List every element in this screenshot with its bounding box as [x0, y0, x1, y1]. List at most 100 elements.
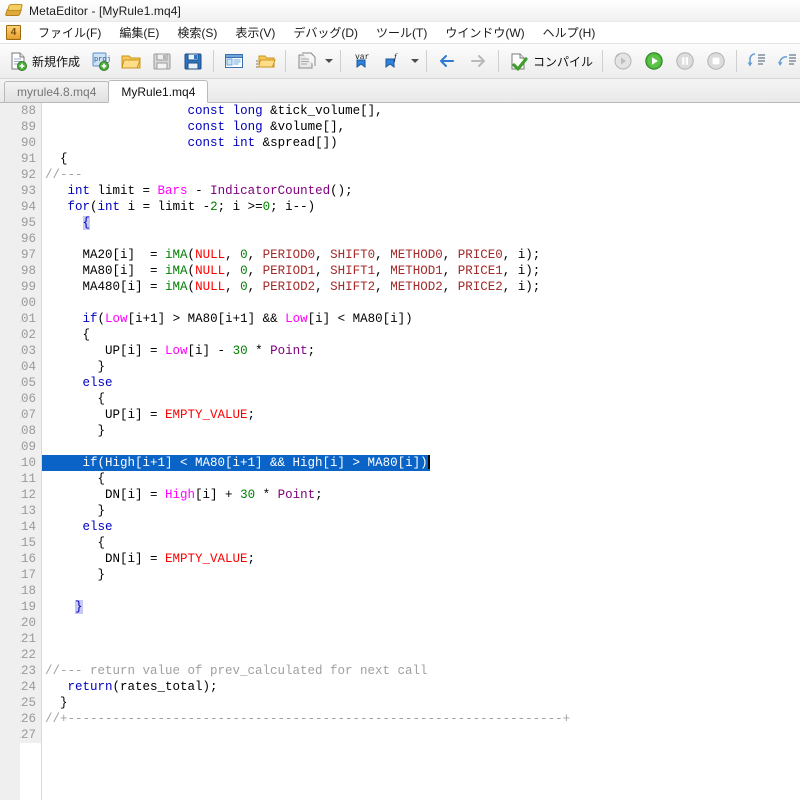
code-text[interactable]: } [41, 567, 106, 583]
menu-file[interactable]: ファイル(F) [29, 22, 110, 43]
insert-variable-button[interactable]: var [346, 46, 376, 76]
code-line[interactable]: 121 [20, 631, 800, 647]
code-line[interactable]: 97 MA20[i] = iMA(NULL, 0, PERIOD0, SHIFT… [20, 247, 800, 263]
code-line[interactable]: 101 if(Low[i+1] > MA80[i+1] && Low[i] < … [20, 311, 800, 327]
code-text[interactable]: UP[i] = Low[i] - 30 * Point; [41, 343, 315, 359]
code-line[interactable]: 113 } [20, 503, 800, 519]
save-button[interactable] [147, 46, 177, 76]
menu-help[interactable]: ヘルプ(H) [534, 22, 605, 43]
code-line[interactable]: 92 //--- [20, 167, 800, 183]
code-line[interactable]: 104 } [20, 359, 800, 375]
code-line[interactable]: 88 const long &tick_volume[], [20, 103, 800, 119]
navigator-button[interactable] [219, 46, 249, 76]
code-line[interactable]: 115 { [20, 535, 800, 551]
code-text[interactable]: MA480[i] = iMA(NULL, 0, PERIOD2, SHIFT2,… [41, 279, 541, 295]
code-text[interactable]: else [41, 375, 113, 391]
code-line[interactable]: 94 for(int i = limit -2; i >=0; i--) [20, 199, 800, 215]
code-line[interactable]: 110 if(High[i+1] < MA80[i+1] && High[i] … [20, 455, 800, 471]
navigate-forward-button[interactable] [463, 46, 493, 76]
code-line[interactable]: 108 } [20, 423, 800, 439]
compile-button[interactable]: コンパイル [504, 46, 597, 76]
data-folder-button[interactable] [250, 46, 280, 76]
code-text[interactable]: { [41, 391, 106, 407]
new-project-button[interactable]: proj [85, 46, 115, 76]
pause-debug-button[interactable] [670, 46, 700, 76]
code-text[interactable]: MA80[i] = iMA(NULL, 0, PERIOD1, SHIFT1 , … [41, 263, 541, 279]
code-text-area[interactable]: 88 const long &tick_volume[], 89 const lo… [20, 103, 800, 800]
code-line[interactable]: 106 { [20, 391, 800, 407]
properties-button[interactable] [291, 46, 321, 76]
code-line[interactable]: 102 { [20, 327, 800, 343]
code-text[interactable] [41, 647, 45, 663]
code-text[interactable] [41, 583, 45, 599]
menu-edit[interactable]: 編集(E) [110, 22, 168, 43]
code-line[interactable]: 114 else [20, 519, 800, 535]
code-text[interactable]: UP[i] = EMPTY_VALUE; [41, 407, 255, 423]
code-text[interactable]: //--- [41, 167, 83, 183]
code-text[interactable]: { [41, 471, 106, 487]
code-text[interactable]: const long &volume[], [41, 119, 346, 135]
navigate-back-button[interactable] [432, 46, 462, 76]
code-line[interactable]: 107 UP[i] = EMPTY_VALUE; [20, 407, 800, 423]
code-line[interactable]: 127 [20, 727, 800, 743]
code-text[interactable] [41, 295, 45, 311]
code-text[interactable]: MA20[i] = iMA(NULL, 0, PERIOD0, SHIFT0 , … [41, 247, 541, 263]
code-line[interactable]: 124 return(rates_total); [20, 679, 800, 695]
code-text[interactable] [41, 615, 45, 631]
menu-tools[interactable]: ツール(T) [367, 22, 436, 43]
code-line[interactable]: 103 UP[i] = Low[i] - 30 * Point; [20, 343, 800, 359]
code-line[interactable]: 96 [20, 231, 800, 247]
step-into-button[interactable] [742, 46, 772, 76]
restart-debug-button[interactable] [608, 46, 638, 76]
tab-myrule48[interactable]: myrule4.8.mq4 [4, 81, 110, 102]
code-text[interactable] [41, 727, 45, 743]
code-line[interactable]: 105 else [20, 375, 800, 391]
code-text[interactable]: const long &tick_volume[], [41, 103, 383, 119]
code-text[interactable]: else [41, 519, 113, 535]
code-line[interactable]: 116 DN[i] = EMPTY_VALUE; [20, 551, 800, 567]
code-line[interactable]: 125 } [20, 695, 800, 711]
code-line[interactable]: 118 [20, 583, 800, 599]
code-text[interactable]: { [41, 535, 106, 551]
code-line[interactable]: 95 { [20, 215, 800, 231]
code-text[interactable]: } [41, 599, 83, 615]
code-line[interactable]: 117 } [20, 567, 800, 583]
code-line[interactable]: 100 [20, 295, 800, 311]
menu-search[interactable]: 検索(S) [168, 22, 226, 43]
code-line[interactable]: 119 } [20, 599, 800, 615]
code-text[interactable]: if(Low[i+1] > MA80[i+1] && Low[i] < MA80… [41, 311, 413, 327]
code-text[interactable]: } [41, 423, 106, 439]
code-text[interactable]: { [41, 327, 91, 343]
code-text[interactable]: } [41, 503, 106, 519]
code-text[interactable]: { [41, 215, 91, 231]
tab-myrule1[interactable]: MyRule1.mq4 [108, 80, 209, 103]
code-text[interactable]: DN[i] = High[i] + 30 * Point; [41, 487, 323, 503]
code-line[interactable]: 111 { [20, 471, 800, 487]
code-text[interactable] [41, 439, 45, 455]
code-line[interactable]: 122 [20, 647, 800, 663]
code-text[interactable]: } [41, 695, 68, 711]
open-file-button[interactable] [116, 46, 146, 76]
code-text[interactable]: { [41, 151, 68, 167]
stop-debug-button[interactable] [701, 46, 731, 76]
code-line[interactable]: 120 [20, 615, 800, 631]
code-line[interactable]: 99 MA480[i] = iMA(NULL, 0, PERIOD2, SHIF… [20, 279, 800, 295]
code-text[interactable]: //+-------------------------------------… [41, 711, 570, 727]
code-text[interactable]: //--- return value of prev_calculated fo… [41, 663, 428, 679]
insert-function-button[interactable]: f [377, 46, 407, 76]
code-text[interactable]: int limit = Bars - IndicatorCounted(); [41, 183, 353, 199]
code-line[interactable]: 126 //+----------------------------------… [20, 711, 800, 727]
code-line[interactable]: 93 int limit = Bars - IndicatorCounted()… [20, 183, 800, 199]
code-text[interactable]: for(int i = limit -2; i >=0; i--) [41, 199, 316, 215]
step-over-button[interactable] [773, 46, 800, 76]
menu-window[interactable]: ウインドウ(W) [436, 22, 533, 43]
new-file-button[interactable]: 新規作成 [3, 46, 84, 76]
save-all-button[interactable] [178, 46, 208, 76]
code-line[interactable]: 123 //--- return value of prev_calculated… [20, 663, 800, 679]
menu-debug[interactable]: デバッグ(D) [284, 22, 367, 43]
insert-function-dropdown-button[interactable] [408, 47, 421, 75]
code-line[interactable]: 90 const int &spread[]) [20, 135, 800, 151]
code-line[interactable]: 91 { [20, 151, 800, 167]
code-editor[interactable]: 88 const long &tick_volume[], 89 const lo… [0, 103, 800, 800]
run-debug-button[interactable] [639, 46, 669, 76]
